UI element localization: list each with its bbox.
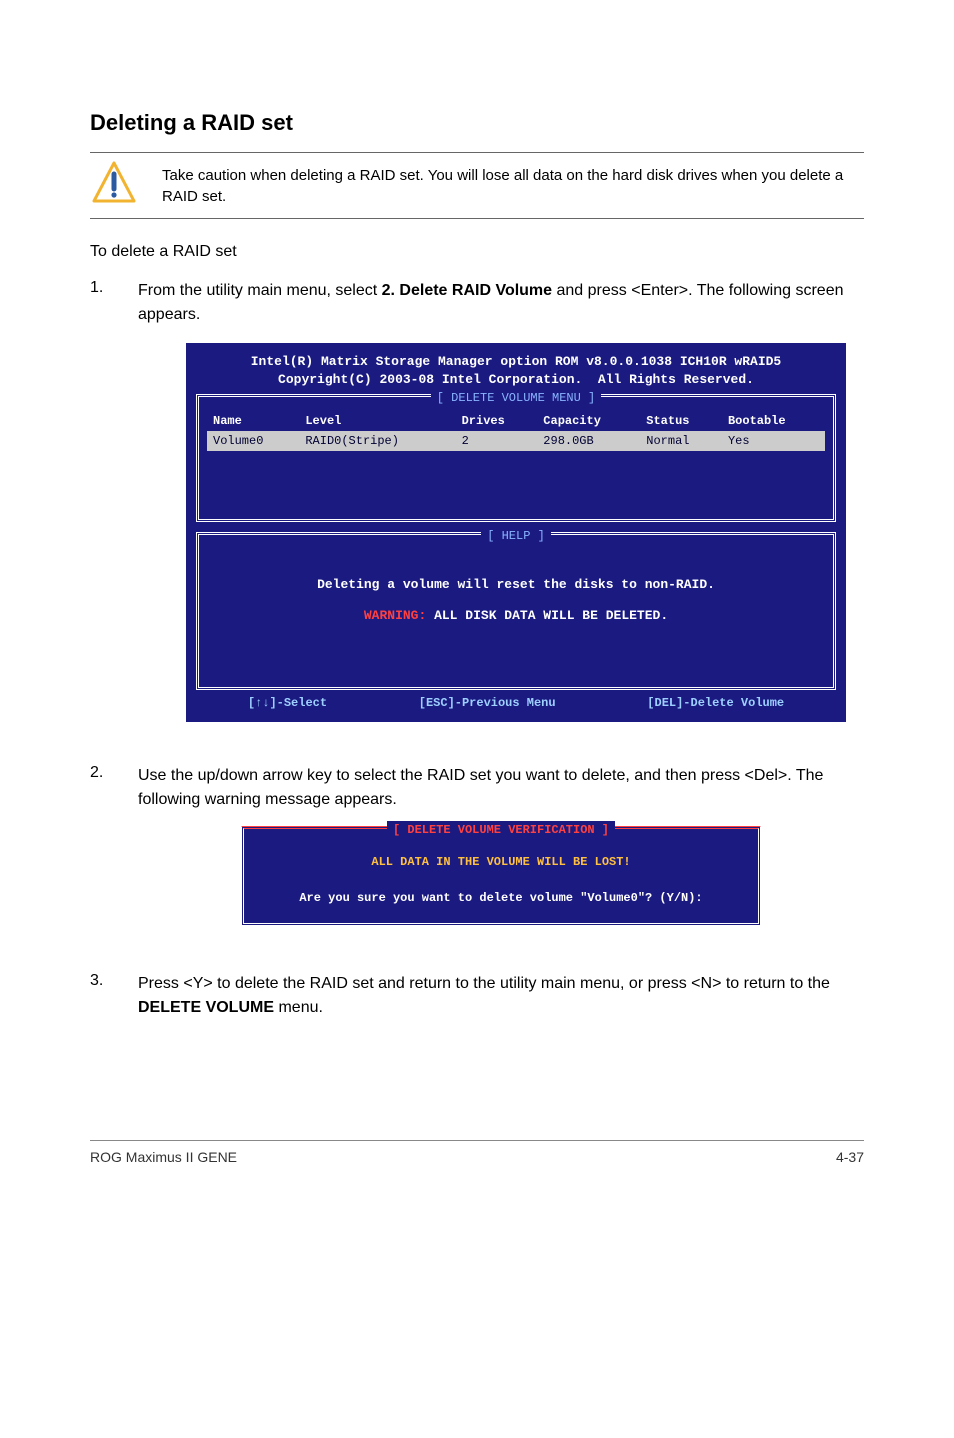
caution-icon [90,159,138,212]
step-2: Use the up/down arrow key to select the … [138,764,864,954]
cell-level: RAID0(Stripe) [299,431,455,451]
step-3-bold: DELETE VOLUME [138,999,274,1016]
col-capacity: Capacity [537,411,640,431]
verify-prompt[interactable]: Are you sure you want to delete volume "… [254,889,748,907]
delete-volume-menu-label: [ DELETE VOLUME MENU ] [431,389,601,407]
table-row[interactable]: Volume0 RAID0(Stripe) 2 298.0GB Normal Y… [207,431,825,451]
footer-select: [↑↓]-Select [248,694,327,712]
help-line-1: Deleting a volume will reset the disks t… [217,575,815,596]
step-3-pre: Press <Y> to delete the RAID set and ret… [138,975,830,992]
caution-text: Take caution when deleting a RAID set. Y… [162,165,864,207]
col-drives: Drives [456,411,538,431]
section-heading: Deleting a RAID set [90,110,864,136]
col-bootable: Bootable [722,411,825,431]
bios-title: Intel(R) Matrix Storage Manager option R… [192,353,840,388]
caution-block: Take caution when deleting a RAID set. Y… [90,152,864,219]
step-1-pre: From the utility main menu, select [138,282,382,299]
cell-bootable: Yes [722,431,825,451]
verify-title: [ DELETE VOLUME VERIFICATION ] [387,821,615,839]
step-1: From the utility main menu, select 2. De… [138,279,864,746]
bios-title-line1: Intel(R) Matrix Storage Manager option R… [251,354,782,369]
footer-esc: [ESC]-Previous Menu [419,694,556,712]
step-1-bold: 2. Delete RAID Volume [382,282,552,299]
cell-capacity: 298.0GB [537,431,640,451]
help-warning-prefix: WARNING: [364,608,426,623]
step-2-pre: Use the up/down arrow key to select the … [138,767,823,808]
step-3: Press <Y> to delete the RAID set and ret… [138,972,864,1020]
table-header-row: Name Level Drives Capacity Status Bootab… [207,411,825,431]
help-box: [ HELP ] Deleting a volume will reset th… [196,532,836,690]
cell-name: Volume0 [207,431,299,451]
step-3-post: menu. [274,999,323,1016]
footer-left: ROG Maximus II GENE [90,1149,237,1165]
bios-screen: Intel(R) Matrix Storage Manager option R… [186,343,846,722]
verify-dialog: [ DELETE VOLUME VERIFICATION ] ALL DATA … [241,826,761,926]
cell-status: Normal [640,431,722,451]
help-warning-rest: ALL DISK DATA WILL BE DELETED. [426,608,668,623]
col-level: Level [299,411,455,431]
footer-right: 4-37 [836,1149,864,1165]
volume-table: Name Level Drives Capacity Status Bootab… [207,411,825,451]
cell-drives: 2 [456,431,538,451]
footer-del: [DEL]-Delete Volume [647,694,784,712]
bios-title-line2: Copyright(C) 2003-08 Intel Corporation. … [278,372,754,387]
page-footer: ROG Maximus II GENE 4-37 [90,1140,864,1165]
delete-volume-menu: [ DELETE VOLUME MENU ] Name Level Drives… [196,394,836,522]
help-label: [ HELP ] [481,527,551,545]
col-name: Name [207,411,299,431]
verify-lost-line: ALL DATA IN THE VOLUME WILL BE LOST! [254,853,748,871]
col-status: Status [640,411,722,431]
subheading: To delete a RAID set [90,243,864,261]
bios-footer: [↑↓]-Select [ESC]-Previous Menu [DEL]-De… [192,690,840,712]
